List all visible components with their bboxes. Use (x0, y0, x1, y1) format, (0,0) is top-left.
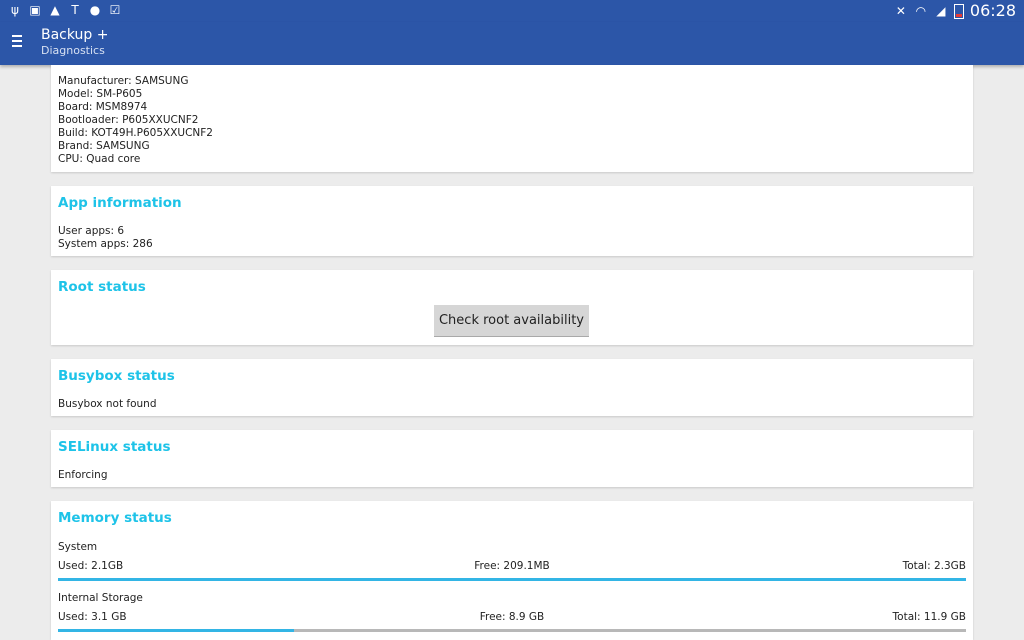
internal-storage-label: Internal Storage (58, 592, 143, 604)
system-memory-label: System (58, 541, 98, 553)
user-apps-line: User apps: 6 (58, 225, 125, 237)
internal-total: Total: 11.9 GB (892, 611, 966, 623)
busybox-status-text: Busybox not found (58, 398, 157, 410)
app-bar: Backup + Diagnostics (0, 22, 1024, 65)
internal-storage-bar (58, 629, 966, 632)
warning-icon: ▲ (50, 3, 60, 17)
app-subtitle: Diagnostics (41, 44, 105, 57)
selinux-status-title: SELinux status (58, 439, 171, 455)
brand-line: Brand: SAMSUNG (58, 140, 150, 152)
app-information-title: App information (58, 195, 182, 211)
system-apps-line: System apps: 286 (58, 238, 153, 250)
system-free: Free: 209.1MB (474, 560, 550, 572)
memory-status-title: Memory status (58, 510, 172, 526)
notification-icons: ψ ▣ ▲ T ● ☑ (8, 3, 122, 17)
sync-icon: ● (89, 3, 101, 17)
app-title: Backup + (41, 27, 109, 43)
busybox-status-card: Busybox status Busybox not found (51, 359, 973, 416)
root-status-title: Root status (58, 279, 146, 295)
internal-free: Free: 8.9 GB (479, 611, 545, 623)
selinux-status-text: Enforcing (58, 469, 108, 481)
system-memory-bar (58, 578, 966, 581)
clock: 06:28 (969, 1, 1016, 20)
model-line: Model: SM-P605 (58, 88, 143, 100)
build-line: Build: KOT49H.P605XXUCNF2 (58, 127, 213, 139)
app-information-card: App information User apps: 6 System apps… (51, 186, 973, 256)
board-line: Board: MSM8974 (58, 101, 148, 113)
cpu-line: CPU: Quad core (58, 153, 141, 165)
selinux-status-card: SELinux status Enforcing (51, 430, 973, 487)
device-info-card: Manufacturer: SAMSUNG Model: SM-P605 Boa… (51, 65, 973, 172)
bootloader-line: Bootloader: P605XXUCNF2 (58, 114, 199, 126)
mute-icon: ✕ (895, 4, 906, 18)
news-icon: T (71, 3, 79, 17)
check-root-button[interactable]: Check root availability (434, 305, 589, 337)
system-status-bar: ψ ▣ ▲ T ● ☑ ✕ ◠ ◢ 06:28 (0, 0, 1024, 22)
battery-icon (953, 3, 964, 19)
debug-icon: ▣ (29, 3, 41, 17)
menu-icon[interactable] (12, 35, 22, 49)
system-memory-fill (58, 578, 966, 581)
memory-status-card: Memory status System Used: 2.1GB Free: 2… (51, 501, 973, 640)
root-status-card: Root status Check root availability (51, 270, 973, 345)
check-clipboard-icon: ☑ (109, 3, 121, 17)
usb-icon: ψ (11, 3, 19, 17)
system-indicators: ✕ ◠ ◢ 06:28 (894, 2, 1016, 20)
busybox-status-title: Busybox status (58, 368, 175, 384)
manufacturer-line: Manufacturer: SAMSUNG (58, 75, 189, 87)
internal-storage-fill (58, 629, 295, 632)
system-total: Total: 2.3GB (902, 560, 966, 572)
wifi-icon: ◠ (915, 4, 927, 18)
signal-icon: ◢ (936, 4, 946, 18)
